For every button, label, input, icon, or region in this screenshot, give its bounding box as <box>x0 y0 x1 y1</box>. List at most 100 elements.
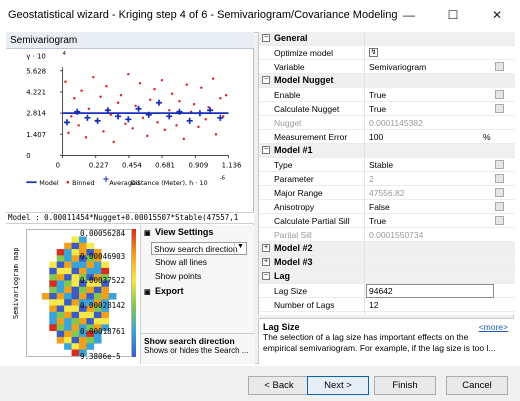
anisotropy-row[interactable]: Anisotropy False <box>259 200 515 214</box>
major-range-row[interactable]: Major Range 47556.82 <box>259 186 515 200</box>
export-category[interactable]: ▣ Export <box>141 286 255 299</box>
category-model-1[interactable]: − Model #1 <box>259 144 515 158</box>
map-cell <box>79 343 87 350</box>
collapse-icon[interactable]: ▣ <box>144 229 151 237</box>
dropdown-button[interactable] <box>495 160 504 169</box>
dropdown-button[interactable] <box>495 202 504 211</box>
more-link[interactable]: <more> <box>479 322 508 332</box>
category-model-2[interactable]: + Model #2 <box>259 242 515 256</box>
binned-point <box>153 88 156 91</box>
prop-label: Major Range <box>274 188 323 198</box>
semivariogram-chart[interactable]: γ · 10 4 5.628 4.221 2.814 1.407 0 0 0.227 0.4… <box>6 50 254 190</box>
calculate-partial-sill-row[interactable]: Calculate Partial Sill True <box>259 214 515 228</box>
prop-value[interactable]: True <box>369 90 386 100</box>
collapse-icon[interactable]: − <box>262 34 270 42</box>
finish-button[interactable]: Finish <box>374 376 436 395</box>
averaged-point <box>94 117 101 124</box>
prop-label: Partial Sill <box>274 230 312 240</box>
map-cell <box>79 311 87 319</box>
map-cell <box>101 267 110 275</box>
measurement-error-row[interactable]: Measurement Error 100% <box>259 130 515 144</box>
binned-point <box>127 72 130 76</box>
expand-icon[interactable]: + <box>262 258 270 266</box>
y-tick-label: 5.628 <box>26 67 46 75</box>
x-tick-label: 0.909 <box>188 162 208 170</box>
map-cell <box>101 261 110 269</box>
next-button[interactable]: Next > <box>307 376 369 395</box>
prop-value[interactable]: 2 <box>369 174 374 184</box>
map-cell <box>64 280 72 288</box>
calculator-icon[interactable] <box>495 174 504 183</box>
binned-point <box>99 95 102 98</box>
binned-point <box>134 104 137 107</box>
collapse-icon[interactable]: − <box>262 146 270 154</box>
map-cell <box>71 274 80 281</box>
calculate-nugget-row[interactable]: Calculate Nugget True <box>259 102 515 116</box>
prop-value[interactable]: True <box>369 104 386 114</box>
partial-sill-row: Partial Sill 0.0001550734 <box>259 228 515 242</box>
expand-icon[interactable]: + <box>262 244 270 252</box>
prop-value[interactable]: True <box>369 216 386 226</box>
binned-point <box>170 92 174 95</box>
map-cell <box>49 280 58 288</box>
parameter-row[interactable]: Parameter 2 <box>259 172 515 186</box>
x-axis-label: Distance (Meter), h · 10 <box>131 179 208 187</box>
optimize-model-row[interactable]: Optimize model ↯ <box>259 46 515 60</box>
map-cell <box>79 267 87 275</box>
map-cell <box>71 336 80 344</box>
prop-value[interactable]: 94642 <box>369 286 393 296</box>
variable-row[interactable]: Variable Semivariogram <box>259 60 515 74</box>
semivariogram-map[interactable] <box>26 229 132 357</box>
averaged-point <box>115 113 122 120</box>
prop-value[interactable]: 100 <box>369 132 383 142</box>
number-of-lags-row[interactable]: Number of Lags 12 <box>259 298 515 312</box>
show-points-item[interactable]: Show points <box>141 271 255 284</box>
category-model-nugget[interactable]: − Model Nugget <box>259 74 515 88</box>
search-direction-dropdown[interactable]: Show search direction ▼ <box>151 242 247 255</box>
map-cell <box>56 293 65 300</box>
category-lag[interactable]: − Lag <box>259 270 515 284</box>
model-equation: Model : 0.00011454*Nugget+0.00015507*Sta… <box>6 212 254 224</box>
maximize-button[interactable]: ☐ <box>431 0 475 30</box>
binned-point <box>175 124 178 127</box>
view-settings-category[interactable]: ▣ View Settings <box>141 227 255 240</box>
map-cell <box>93 293 102 300</box>
collapse-icon[interactable]: − <box>262 272 270 280</box>
prop-value[interactable]: 47556.82 <box>369 188 404 198</box>
vs-desc-text: Shows or hides the Search ... <box>144 346 249 355</box>
map-cell <box>86 336 95 344</box>
cancel-button[interactable]: Cancel <box>446 376 508 395</box>
chevron-down-icon[interactable]: ▼ <box>234 243 246 254</box>
category-model-3[interactable]: + Model #3 <box>259 256 515 270</box>
expand-icon[interactable]: ▣ <box>144 288 151 296</box>
back-button[interactable]: < Back <box>248 376 310 395</box>
map-cell <box>56 274 65 281</box>
lag-size-row[interactable]: Lag Size 94642 <box>259 284 515 298</box>
dropdown-button[interactable] <box>495 104 504 113</box>
map-cell <box>86 261 95 269</box>
prop-value[interactable]: Semivariogram <box>369 62 426 72</box>
calculator-icon[interactable] <box>495 188 504 197</box>
semivariogram-map-area: Semivariogram map 0.00056284 0.00046903 … <box>6 225 255 364</box>
minimize-button[interactable]: — <box>387 0 431 30</box>
column-divider[interactable] <box>364 32 365 315</box>
binned-point <box>92 75 95 79</box>
dropdown-button[interactable] <box>495 62 504 71</box>
wizard-buttons: < Back Next > Finish Cancel <box>0 366 520 401</box>
category-label: Model #2 <box>274 243 313 253</box>
prop-value[interactable]: False <box>369 202 390 212</box>
title-bar: Geostatistical wizard - Kriging step 4 o… <box>0 0 520 30</box>
enable-row[interactable]: Enable True <box>259 88 515 102</box>
dropdown-button[interactable] <box>495 216 504 225</box>
collapse-icon[interactable]: − <box>262 76 270 84</box>
optimize-model-icon[interactable]: ↯ <box>369 48 378 57</box>
prop-value[interactable]: 12 <box>369 300 378 310</box>
close-button[interactable]: ✕ <box>475 0 519 30</box>
show-all-lines-item[interactable]: Show all lines <box>141 257 255 270</box>
category-general[interactable]: − General <box>259 32 515 46</box>
prop-value[interactable]: Stable <box>369 160 393 170</box>
y-tick-label: 4.221 <box>26 89 46 97</box>
type-row[interactable]: Type Stable <box>259 158 515 172</box>
dropdown-button[interactable] <box>495 90 504 99</box>
map-legend-value: 0.00056284 <box>80 229 126 238</box>
